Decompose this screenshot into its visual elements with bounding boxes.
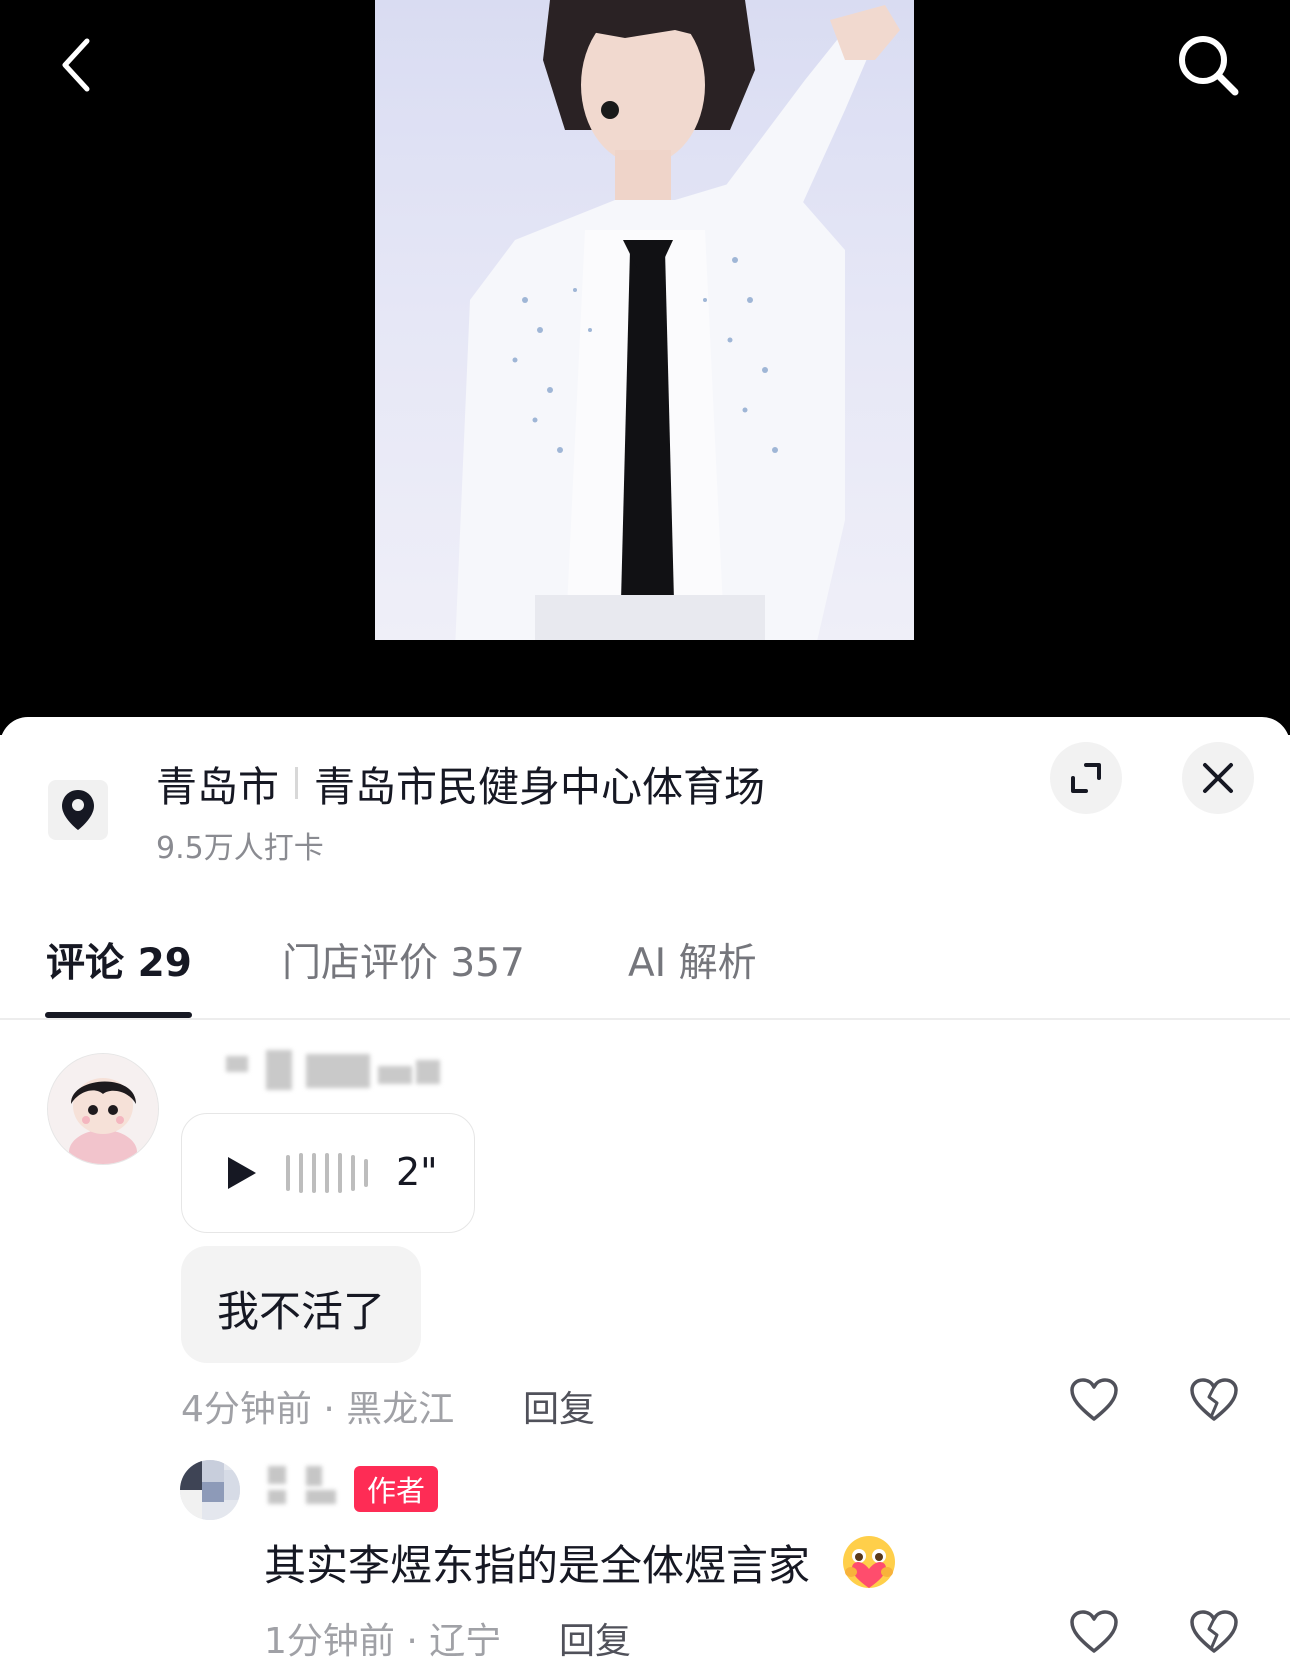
post-photo [375, 0, 914, 640]
comment-text-bubble[interactable]: 我不活了 [181, 1246, 421, 1363]
search-icon [1179, 36, 1239, 96]
like-button[interactable] [1066, 1372, 1122, 1428]
tab-store-reviews[interactable]: 门店评价 357 [282, 932, 525, 988]
comment-text: 我不活了 [217, 1287, 386, 1336]
tab-ai-analysis[interactable]: AI 解析 [628, 932, 757, 988]
heart-icon [1070, 1378, 1118, 1421]
location-venue: 青岛市民健身中心体育场 [314, 763, 765, 811]
avatar[interactable] [180, 1460, 240, 1520]
play-icon[interactable] [218, 1151, 262, 1195]
author-badge: 作者 [354, 1466, 438, 1512]
like-button[interactable] [1066, 1604, 1122, 1660]
expand-icon [1071, 763, 1101, 793]
waveform-icon [286, 1152, 368, 1194]
checkin-count: 9.5万人打卡 [156, 831, 324, 866]
location-title[interactable]: 青岛市 青岛市民健身中心体育场 [156, 756, 765, 811]
username-blurred [222, 1050, 442, 1096]
heart-icon [1070, 1610, 1118, 1653]
reply-time-location: 1分钟前 · 辽宁 [264, 1621, 502, 1662]
expand-button[interactable] [1050, 742, 1122, 814]
voice-duration: 2" [396, 1150, 438, 1194]
reply-button[interactable]: 回复 [523, 1380, 595, 1432]
title-separator [295, 767, 298, 799]
search-button[interactable] [1168, 25, 1248, 105]
dislike-button[interactable] [1186, 1372, 1242, 1428]
back-button[interactable] [40, 30, 110, 100]
reply-button[interactable]: 回复 [559, 1612, 631, 1664]
username-blurred [266, 1462, 346, 1508]
comment-time-location: 4分钟前 · 黑龙江 [181, 1389, 455, 1430]
dislike-button[interactable] [1186, 1604, 1242, 1660]
map-pin-icon [62, 790, 94, 830]
voice-message[interactable]: 2" [181, 1113, 475, 1233]
tabs-divider [0, 1018, 1290, 1020]
location-city: 青岛市 [156, 763, 279, 811]
broken-heart-icon [1190, 1610, 1238, 1653]
chevron-left-icon [62, 38, 90, 92]
tab-comments[interactable]: 评论 29 [46, 932, 192, 988]
location-badge [48, 780, 108, 840]
avatar[interactable] [47, 1053, 159, 1165]
close-button[interactable] [1182, 742, 1254, 814]
close-icon [1203, 763, 1233, 793]
media-area [0, 0, 1290, 735]
reply-text: 其实李煜东指的是全体煜言家 [264, 1541, 811, 1590]
heart-hug-emoji-icon [843, 1536, 895, 1588]
broken-heart-icon [1190, 1378, 1238, 1421]
